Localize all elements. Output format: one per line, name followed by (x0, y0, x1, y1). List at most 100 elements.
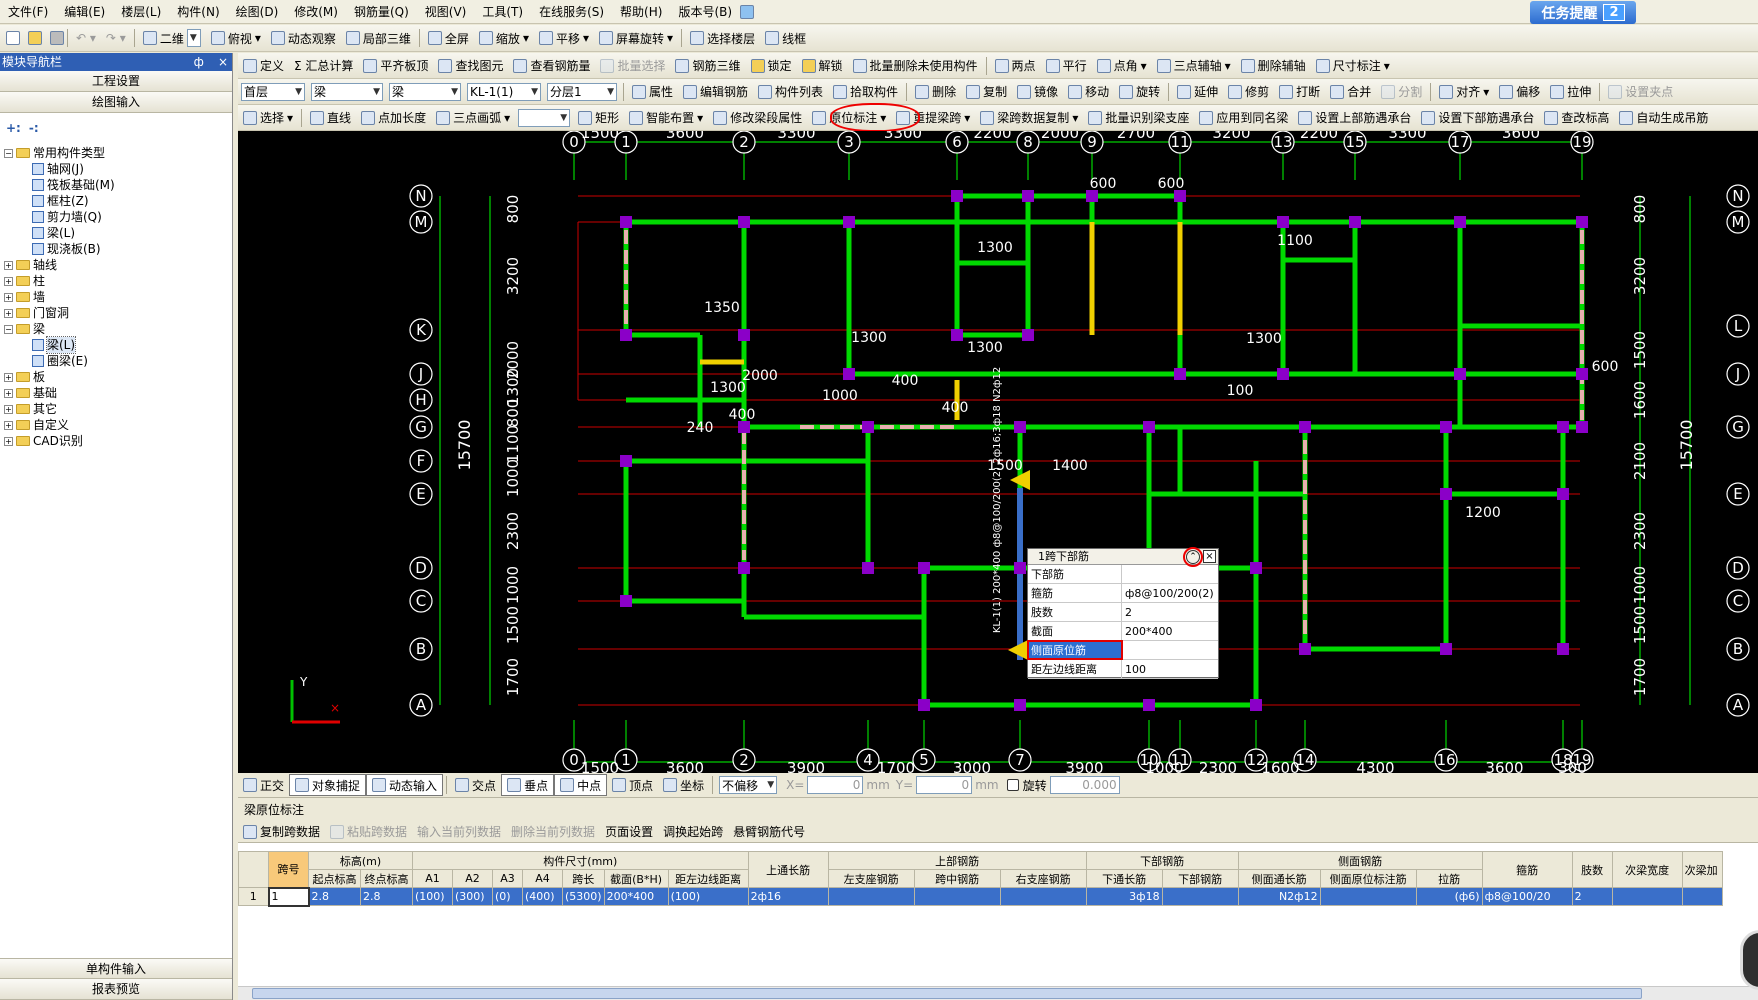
vertex-snap[interactable]: 顶点 (607, 774, 658, 796)
popup-close-icon[interactable]: × (1203, 549, 1216, 563)
screen-rotate-button[interactable]: 屏幕旋转 ▾ (594, 27, 678, 49)
coordinate-snap[interactable]: 坐标 (658, 774, 709, 796)
type-select-2[interactable]: 梁 ▼ (389, 82, 461, 101)
dynamic-input-toggle[interactable]: 动态输入 (366, 774, 444, 796)
cell-left-support[interactable] (827, 887, 915, 906)
arc-option-select[interactable]: ▼ (518, 108, 571, 127)
tree-item[interactable]: 轴网(J) (4, 161, 232, 177)
new-file-icon[interactable] (6, 31, 20, 45)
horizontal-scrollbar[interactable] (238, 986, 1758, 1000)
component-list-button[interactable]: 构件列表 (753, 81, 828, 103)
expand-icon[interactable]: + (4, 276, 13, 286)
tree-folder[interactable]: + 其它 (4, 401, 232, 417)
cell-legs[interactable]: 2 (1571, 887, 1613, 906)
menu-modify[interactable]: 修改(M) (286, 1, 346, 23)
single-component-input-button[interactable]: 单构件输入 (0, 958, 232, 979)
point-angle-button[interactable]: 点角 ▾ (1092, 55, 1152, 77)
menu-file[interactable]: 文件(F) (0, 1, 56, 23)
menu-edit[interactable]: 编辑(E) (56, 1, 113, 23)
y-input[interactable]: 0 (916, 776, 973, 794)
collapse-icon[interactable]: − (4, 324, 13, 334)
menu-view[interactable]: 视图(V) (417, 1, 475, 23)
rotate-input[interactable]: 0.000 (1049, 776, 1120, 794)
ortho-toggle[interactable]: 正交 (238, 774, 289, 796)
line-button[interactable]: 直线 (305, 107, 356, 129)
tree-folder[interactable]: + 轴线 (4, 257, 232, 273)
rotate-checkbox[interactable] (1006, 779, 1019, 791)
cell-dist-left[interactable]: (100) (667, 887, 749, 906)
break-button[interactable]: 打断 (1274, 81, 1325, 103)
copy-button[interactable]: 复制 (961, 81, 1012, 103)
tree-item[interactable]: 筏板基础(M) (4, 177, 232, 193)
cell-a1[interactable]: (100) (412, 887, 453, 906)
update-icon[interactable] (740, 4, 755, 19)
stretch-button[interactable]: 拉伸 (1545, 81, 1596, 103)
menu-component[interactable]: 构件(N) (169, 1, 227, 23)
cell-section[interactable]: 200*400 (603, 887, 669, 906)
tree-folder[interactable]: + 板 (4, 369, 232, 385)
close-icon[interactable]: × (218, 55, 228, 69)
select-button[interactable]: 选择 ▾ (238, 107, 298, 129)
expand-icon[interactable]: + (4, 388, 13, 398)
cell-top-through[interactable]: 2ф16 (747, 887, 829, 906)
auto-hanger-button[interactable]: 自动生成吊筋 (1614, 107, 1713, 129)
tree-folder[interactable]: + 墙 (4, 289, 232, 305)
set-top-bar-cap-button[interactable]: 设置上部筋遇承台 (1293, 107, 1416, 129)
popup-row[interactable]: 距左边线距离 100 (1028, 660, 1218, 679)
menu-version[interactable]: 版本号(B) (670, 1, 740, 23)
select-floor-button[interactable]: 选择楼层 (685, 27, 760, 49)
cell-stirrup[interactable]: ф8@100/20 (1481, 887, 1573, 906)
tree-item[interactable]: 剪力墙(Q) (4, 209, 232, 225)
collapse-icon[interactable]: − (4, 148, 13, 158)
intersection-snap[interactable]: 交点 (450, 774, 501, 796)
offset-button[interactable]: 偏移 (1494, 81, 1545, 103)
batch-delete-unused-button[interactable]: 批量删除未使用构件 (848, 55, 983, 77)
dimension-button[interactable]: 尺寸标注 ▾ (1311, 55, 1395, 77)
align-slab-top-button[interactable]: 平齐板顶 (358, 55, 433, 77)
input-column-button[interactable]: 输入当前列数据 (412, 821, 506, 843)
summary-calc-button[interactable]: Σ 汇总计算 (289, 55, 358, 77)
collapse-up-icon[interactable]: ⌃ (1183, 546, 1203, 567)
cell-a2[interactable]: (300) (452, 887, 493, 906)
extend-button[interactable]: 延伸 (1172, 81, 1223, 103)
cell-side-mark[interactable] (1319, 887, 1417, 906)
top-view-button[interactable]: 俯视 ▾ (206, 27, 266, 49)
cell-span[interactable]: 1 (267, 886, 310, 907)
dynamic-observe-button[interactable]: 动态观察 (266, 27, 341, 49)
trim-button[interactable]: 修剪 (1223, 81, 1274, 103)
cell-bottom-through[interactable]: 3ф18 (1085, 887, 1163, 906)
tree-item[interactable]: 现浇板(B) (4, 241, 232, 257)
popup-row[interactable]: 箍筋 ф8@100/200(2) (1028, 584, 1218, 603)
floor-select[interactable]: 首层 ▼ (241, 82, 305, 101)
popup-value[interactable]: 100 (1122, 660, 1218, 678)
cell-sub-add[interactable] (1681, 887, 1723, 906)
cell-mid-span[interactable] (913, 887, 1001, 906)
cell-sub-width[interactable] (1611, 887, 1683, 906)
point-length-button[interactable]: 点加长度 (356, 107, 431, 129)
component-select[interactable]: KL-1(1) ▼ (467, 82, 541, 101)
mirror-button[interactable]: 镜像 (1012, 81, 1063, 103)
pan-button[interactable]: 平移 ▾ (534, 27, 594, 49)
offset-mode-select[interactable]: 不偏移 ▼ (719, 776, 778, 794)
collapse-all-icon[interactable]: -: (29, 121, 39, 135)
find-element-button[interactable]: 查找图元 (433, 55, 508, 77)
expand-icon[interactable]: + (4, 260, 13, 270)
drawing-canvas[interactable]: 0 1 2 3 6 8 9 11 13 15 17 19 1500 3600 3300 3300 2200 200… (238, 131, 1758, 773)
perpendicular-snap[interactable]: 垂点 (501, 774, 555, 796)
menu-rebar-qty[interactable]: 钢筋量(Q) (346, 1, 417, 23)
cell-a4[interactable]: (400) (522, 887, 563, 906)
wireframe-button[interactable]: 线框 (760, 27, 811, 49)
paste-span-data-button[interactable]: 粘贴跨数据 (325, 821, 412, 843)
cell-span-len[interactable]: (5300) (562, 887, 605, 906)
three-point-arc-button[interactable]: 三点画弧 ▾ (431, 107, 515, 129)
layer-select[interactable]: 分层1 ▼ (547, 82, 617, 101)
delete-column-button[interactable]: 删除当前列数据 (506, 821, 600, 843)
tree-folder[interactable]: + 基础 (4, 385, 232, 401)
unlock-button[interactable]: 解锁 (797, 55, 848, 77)
save-icon[interactable] (50, 31, 64, 45)
three-point-axis-button[interactable]: 三点辅轴 ▾ (1152, 55, 1236, 77)
pin-icon[interactable]: ф (194, 55, 204, 69)
tree-folder[interactable]: + 门窗洞 (4, 305, 232, 321)
apply-same-name-button[interactable]: 应用到同名梁 (1194, 107, 1293, 129)
popup-value[interactable]: 2 (1122, 603, 1218, 621)
